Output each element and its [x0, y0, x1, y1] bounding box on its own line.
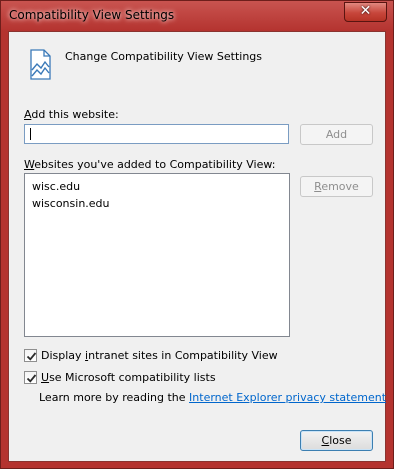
checkmark-icon — [26, 374, 37, 383]
close-window-button[interactable]: ✕ — [344, 2, 387, 22]
add-button[interactable]: Add — [300, 124, 373, 145]
close-button[interactable]: Close — [300, 430, 373, 451]
privacy-statement-link[interactable]: Internet Explorer privacy statement — [189, 391, 386, 404]
intranet-checkbox[interactable] — [24, 349, 37, 362]
remove-button[interactable]: Remove — [300, 176, 373, 197]
add-website-label: Add this website: — [24, 108, 119, 121]
websites-list[interactable]: wisc.edu wisconsin.edu — [24, 173, 290, 337]
intranet-label: Display intranet sites in Compatibility … — [41, 349, 278, 362]
learn-more-text: Learn more by reading the Internet Explo… — [39, 391, 387, 404]
dialog-window: Compatibility View Settings ✕ Change Com… — [0, 0, 394, 469]
close-icon: ✕ — [359, 3, 372, 19]
compatibility-view-icon — [30, 49, 51, 80]
ms-lists-label: Use Microsoft compatibility lists — [41, 371, 216, 384]
ms-lists-checkbox[interactable] — [24, 371, 37, 384]
window-title: Compatibility View Settings — [9, 8, 175, 22]
header-text: Change Compatibility View Settings — [65, 50, 263, 63]
list-item[interactable]: wisconsin.edu — [32, 197, 110, 210]
title-bar[interactable]: Compatibility View Settings ✕ — [1, 1, 393, 31]
dialog-body: Change Compatibility View Settings Add t… — [8, 31, 386, 462]
add-website-input[interactable] — [24, 124, 289, 144]
checkmark-icon — [26, 352, 37, 361]
list-item[interactable]: wisc.edu — [32, 180, 80, 193]
websites-list-label: Websites you've added to Compatibility V… — [24, 158, 276, 171]
text-caret — [30, 128, 31, 140]
